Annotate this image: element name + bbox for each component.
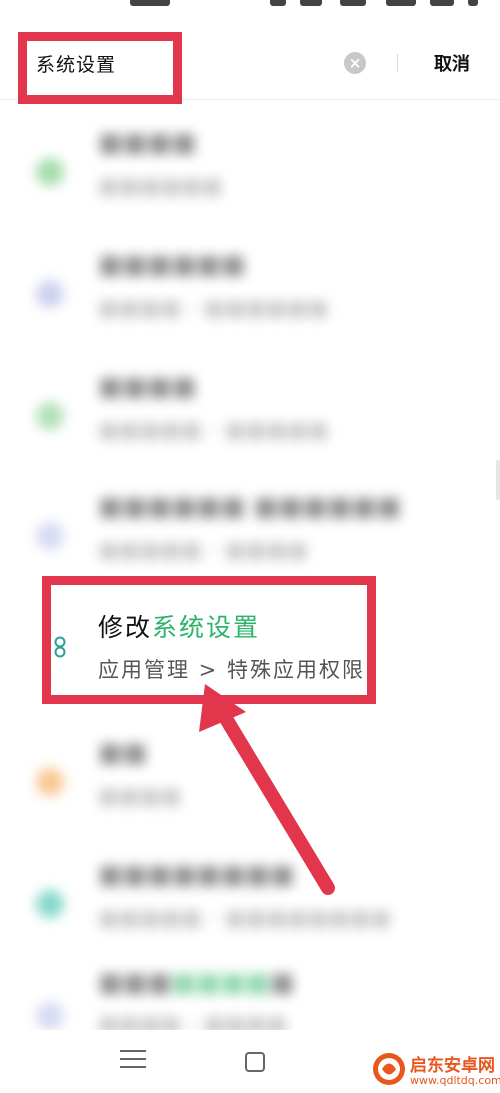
list-item-subtitle: ■■■■■ › ■■■■■ xyxy=(98,418,329,443)
list-item-subtitle: ■■■■■ › ■■■■■■■■ xyxy=(98,906,392,931)
cancel-button[interactable]: 取消 xyxy=(434,50,470,76)
scrollbar[interactable] xyxy=(496,460,500,500)
annotation-box-result xyxy=(42,576,376,704)
watermark-title: 启东安卓网 xyxy=(410,1056,495,1076)
watermark-url: www.qdltdq.com xyxy=(410,1074,500,1087)
list-item[interactable]: ■■■■■■■■ ■■■■ › ■■■■ xyxy=(0,962,500,1037)
list-item-title: ■■ xyxy=(98,738,148,768)
close-circle-icon: × xyxy=(348,54,362,72)
list-item-subtitle: ■■■■■■ xyxy=(98,174,223,199)
app-icon xyxy=(36,522,64,550)
list-item-subtitle: ■■■■ xyxy=(98,784,182,809)
app-icon xyxy=(36,1002,64,1030)
list-item[interactable]: ■■■■■■ ■■■■ › ■■■■■■ xyxy=(0,232,500,352)
menu-icon[interactable] xyxy=(120,1050,146,1070)
list-item-title: ■■■■■■■■ xyxy=(98,860,295,890)
watermark: 启东安卓网 www.qdltdq.com xyxy=(368,1048,500,1093)
app-icon xyxy=(36,280,64,308)
app-icon xyxy=(36,768,64,796)
app-icon xyxy=(36,890,64,918)
watermark-logo-icon xyxy=(373,1053,405,1085)
search-results-list: ■■■■ ■■■■■■ ■■■■■■ ■■■■ › ■■■■■■ ■■■■ ■■… xyxy=(0,100,500,1037)
list-item-title: ■■■■■■ ■■■■■■ xyxy=(98,492,402,522)
list-item[interactable]: ■■■■ ■■■■■■ xyxy=(0,110,500,230)
app-icon xyxy=(36,158,64,186)
list-item[interactable]: ■■ ■■■■ xyxy=(0,720,500,840)
divider xyxy=(397,54,398,72)
list-item-subtitle: ■■■■■ › ■■■■ xyxy=(98,538,308,563)
list-item-title: ■■■■■■ xyxy=(98,250,246,280)
home-icon[interactable] xyxy=(245,1052,265,1072)
list-item-subtitle: ■■■■ › ■■■■■■ xyxy=(98,296,329,321)
list-item[interactable]: ■■■■ ■■■■■ › ■■■■■ xyxy=(0,354,500,474)
list-item-title: ■■■■ xyxy=(98,128,197,158)
list-item[interactable]: ■■■■■■■■ ■■■■■ › ■■■■■■■■ xyxy=(0,842,500,962)
list-item-title: ■■■■■■■■ xyxy=(98,968,295,998)
annotation-box-search xyxy=(18,32,182,104)
settings-search-screen: 系统设置 × 取消 ■■■■ ■■■■■■ ■■■■■■ ■■■■ › ■■■■… xyxy=(0,0,500,1093)
list-item-title: ■■■■ xyxy=(98,372,197,402)
clear-search-button[interactable]: × xyxy=(344,52,366,74)
status-bar xyxy=(0,0,500,14)
app-icon xyxy=(36,402,64,430)
